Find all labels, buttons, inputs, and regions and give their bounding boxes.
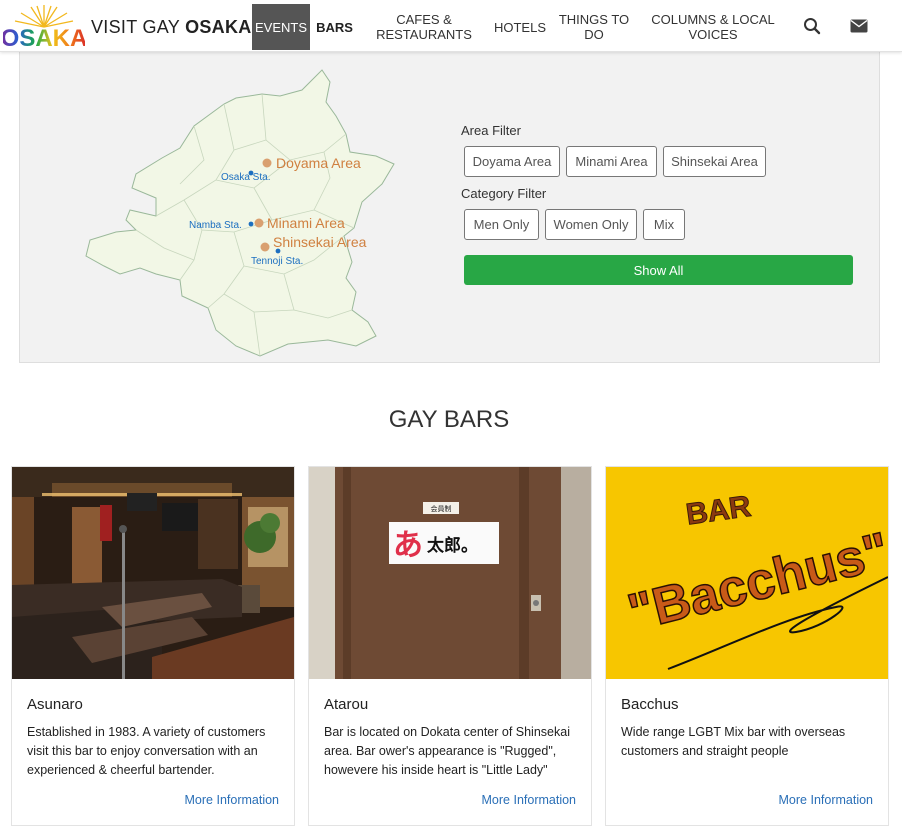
area-filter-label: Area Filter <box>461 123 521 138</box>
nav-item-hotels[interactable]: HOTELS <box>488 4 552 50</box>
osaka-area-map[interactable]: Doyama Area Osaka Sta. Minami Area Namba… <box>84 60 400 360</box>
filter-minami-area-button[interactable]: Minami Area <box>566 146 657 177</box>
svg-text:Osaka Sta.: Osaka Sta. <box>221 172 270 183</box>
svg-text:Doyama Area: Doyama Area <box>276 155 361 171</box>
svg-text:太郎。: 太郎。 <box>427 535 478 556</box>
svg-text:Namba Sta.: Namba Sta. <box>189 220 242 231</box>
nav-item-things-to-do[interactable]: THINGS TO DO <box>554 4 634 50</box>
filter-shinsekai-area-button[interactable]: Shinsekai Area <box>663 146 766 177</box>
svg-text:あ: あ <box>393 528 423 563</box>
bar-card-asunaro[interactable]: Asunaro Established in 1983. A variety o… <box>11 466 295 826</box>
bar-photo-atarou[interactable]: 会員制 あ 太郎。 <box>309 467 591 679</box>
bar-card-bacchus[interactable]: BAR "Bacchus" Bacchus Wide range LGBT Mi… <box>605 466 889 826</box>
section-title: GAY BARS <box>388 406 510 433</box>
nav-item-events[interactable]: EVENTS <box>252 4 310 50</box>
svg-text:Tennoji Sta.: Tennoji Sta. <box>251 256 303 267</box>
card-description: Wide range LGBT Mix bar with overseas cu… <box>621 725 846 758</box>
nav-item-bars[interactable]: BARS <box>311 4 358 50</box>
site-logo[interactable]: OSAKA <box>3 3 85 49</box>
brand-prefix: VISIT GAY <box>91 17 180 37</box>
card-description: Bar is located on Dokata center of Shins… <box>324 725 570 777</box>
bar-card-atarou[interactable]: 会員制 あ 太郎。 Atarou Bar is located on Dokat… <box>308 466 592 826</box>
filter-women-only-button[interactable]: Women Only <box>545 209 637 240</box>
brand-title[interactable]: VISIT GAY OSAKA <box>91 17 252 38</box>
navbar: OSAKA VISIT GAY OSAKA EVENTS BARS CAFES … <box>0 0 902 52</box>
nav-item-cafes-restaurants[interactable]: CAFES & RESTAURANTS <box>372 4 476 50</box>
nav-item-columns-local-voices[interactable]: COLUMNS & LOCAL VOICES <box>640 4 786 50</box>
envelope-icon[interactable] <box>848 15 870 37</box>
svg-text:会員制: 会員制 <box>431 504 452 513</box>
more-information-link[interactable]: More Information <box>482 793 576 807</box>
svg-text:OSAKA: OSAKA <box>3 25 85 49</box>
card-title: Asunaro <box>27 696 83 713</box>
category-filter-label: Category Filter <box>461 186 547 201</box>
card-title: Atarou <box>324 696 369 713</box>
svg-text:Shinsekai Area: Shinsekai Area <box>273 234 367 250</box>
map-panel: Doyama Area Osaka Sta. Minami Area Namba… <box>19 50 880 363</box>
svg-text:Minami Area: Minami Area <box>267 215 345 231</box>
search-icon[interactable] <box>801 15 823 37</box>
card-title: Bacchus <box>621 696 679 713</box>
bar-photo-asunaro[interactable] <box>12 467 294 679</box>
filter-men-only-button[interactable]: Men Only <box>464 209 539 240</box>
filter-mix-button[interactable]: Mix <box>643 209 685 240</box>
bar-photo-bacchus[interactable]: BAR "Bacchus" <box>606 467 888 679</box>
more-information-link[interactable]: More Information <box>779 793 873 807</box>
show-all-button[interactable]: Show All <box>464 255 853 285</box>
filter-doyama-area-button[interactable]: Doyama Area <box>464 146 560 177</box>
more-information-link[interactable]: More Information <box>185 793 279 807</box>
card-description: Established in 1983. A variety of custom… <box>27 725 266 777</box>
brand-name: OSAKA <box>185 17 252 37</box>
